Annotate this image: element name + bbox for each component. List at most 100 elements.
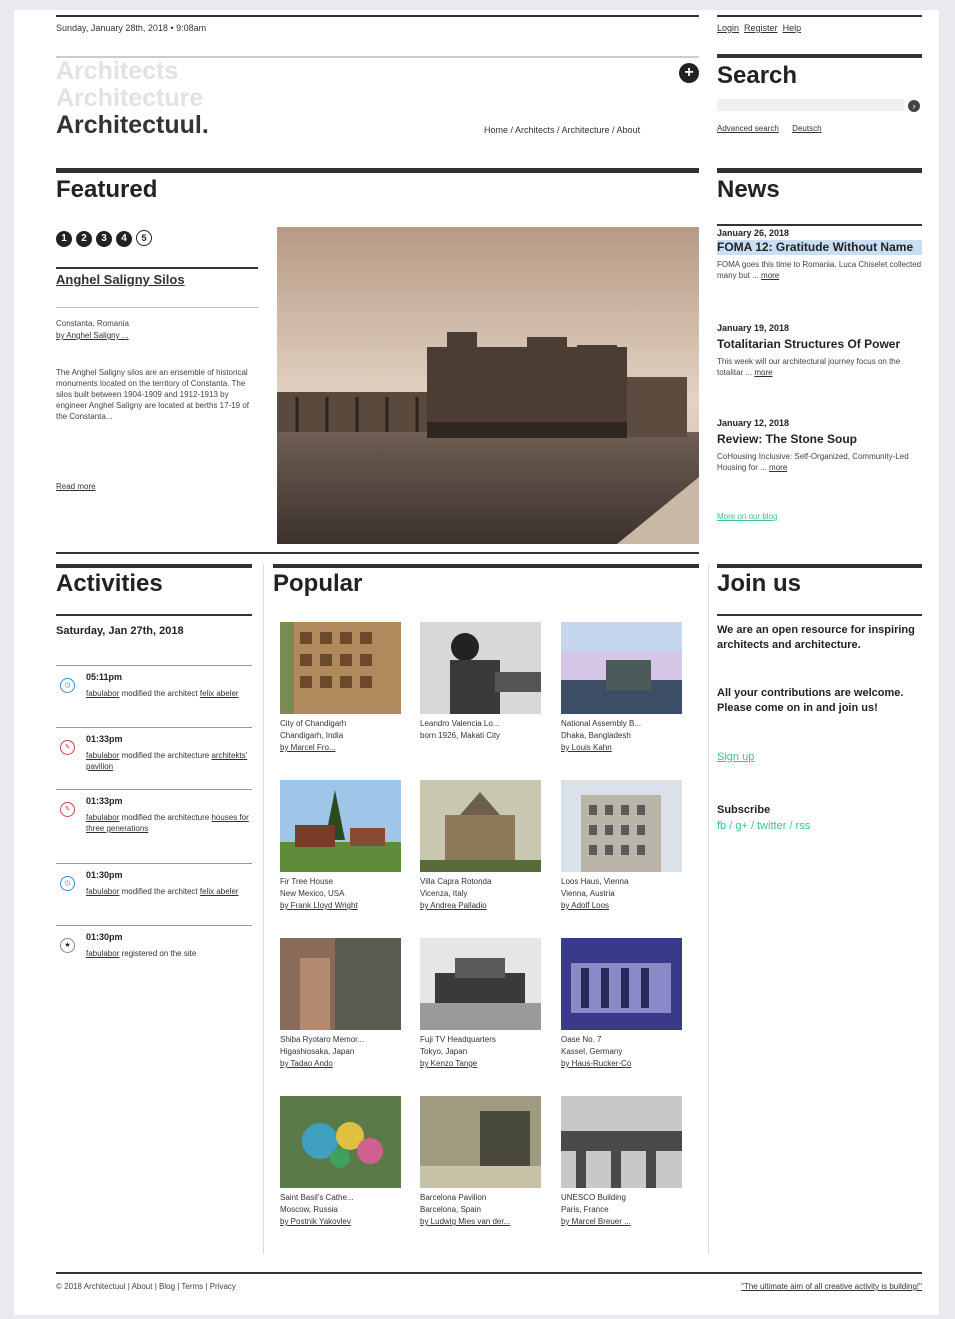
pencil-icon: ✎ (60, 802, 75, 817)
popular-thumbnail[interactable] (420, 1096, 541, 1188)
popular-thumbnail[interactable] (561, 1096, 682, 1188)
star-icon: ★ (60, 938, 75, 953)
popular-thumbnail[interactable] (280, 1096, 401, 1188)
activities-title: Activities (56, 570, 163, 597)
join-text-2: All your contributions are welcome. Plea… (717, 687, 904, 714)
activity-item: ◷ 01:30pm fabulabor modified the archite… (56, 863, 252, 926)
advanced-search-link[interactable]: Advanced search (717, 124, 779, 133)
join-text-rule (717, 614, 922, 616)
popular-caption: Barcelona Pavilion Barcelona, Spain by Lud… (420, 1193, 511, 1226)
popular-grid: City of Chandigarh Chandigarh, India by Ma… (280, 622, 700, 1252)
activity-time: 01:33pm (86, 796, 123, 806)
activity-item: ★ 01:30pm fabulabor registered on the si… (56, 925, 252, 976)
logo[interactable]: Architects Architecture Architectuul. (56, 58, 209, 139)
popular-caption: Shiba Ryotaro Memor... Higashiosaka, Japa… (280, 1035, 365, 1068)
activity-user-link[interactable]: fabulabor (86, 887, 119, 896)
news-excerpt: This week will our architectural journey… (717, 357, 901, 377)
activity-target-link[interactable]: felix abeler (200, 689, 239, 698)
activity-target-link[interactable]: felix abeler (200, 887, 239, 896)
popular-thumbnail[interactable] (420, 622, 541, 714)
activity-item: ✎ 01:33pm fabulabor modified the archite… (56, 727, 252, 790)
popular-thumbnail[interactable] (280, 938, 401, 1030)
activity-user-link[interactable]: fabulabor (86, 813, 119, 822)
read-more-link[interactable]: Read more (56, 481, 96, 492)
join-title: Join us (717, 570, 802, 597)
featured-slide-nav: 12345 (56, 228, 156, 247)
featured-name[interactable]: Anghel Saligny Silos (56, 272, 185, 287)
news-title: News (717, 176, 780, 203)
column-divider (263, 564, 264, 1254)
slide-3-button[interactable]: 3 (96, 231, 112, 247)
more-link[interactable]: more (769, 463, 787, 472)
logo-line-architects: Architects (56, 57, 179, 85)
activity-time: 01:33pm (86, 734, 123, 744)
news-excerpt: FOMA goes this time to Romania. Luca Chi… (717, 260, 922, 280)
language-link[interactable]: Deutsch (792, 124, 821, 133)
popular-thumbnail[interactable] (561, 780, 682, 872)
clock-icon: ◷ (60, 678, 75, 693)
activity-user-link[interactable]: fabulabor (86, 751, 119, 760)
slide-1-button[interactable]: 1 (56, 231, 72, 247)
top-rule (56, 15, 699, 17)
activity-user-link[interactable]: fabulabor (86, 949, 119, 958)
featured-image[interactable] (277, 227, 699, 544)
popular-thumbnail[interactable] (561, 622, 682, 714)
featured-title: Featured (56, 176, 158, 203)
news-date: January 12, 2018 (717, 418, 790, 428)
popular-thumbnail[interactable] (280, 622, 401, 714)
featured-name-rule (56, 267, 258, 269)
popular-thumbnail[interactable] (561, 938, 682, 1030)
popular-thumbnail[interactable] (420, 780, 541, 872)
popular-caption: UNESCO Building Paris, France by Marcel Br… (561, 1193, 631, 1226)
news-rule (717, 168, 922, 173)
account-links: Login Register Help (717, 23, 801, 33)
news-date: January 19, 2018 (717, 323, 790, 333)
news-date: January 26, 2018 (717, 228, 790, 238)
footer-links[interactable]: © 2018 Architectuul | About | Blog | Ter… (56, 1281, 236, 1292)
news-headline[interactable]: FOMA 12: Gratitude Without Name (717, 240, 922, 255)
search-input[interactable] (717, 99, 904, 111)
subscribe-title: Subscribe (717, 804, 771, 816)
popular-thumbnail[interactable] (280, 780, 401, 872)
more-link[interactable]: more (761, 271, 779, 280)
activity-user-link[interactable]: fabulabor (86, 689, 119, 698)
top-rule-right (717, 15, 922, 17)
search-icon[interactable]: › (908, 100, 920, 112)
join-text-1: We are an open resource for inspiring ar… (717, 624, 915, 651)
activities-date: Saturday, Jan 27th, 2018 (56, 625, 184, 637)
news-headline[interactable]: Totalitarian Structures Of Power (717, 337, 922, 352)
popular-caption: Fir Tree House New Mexico, USA by Frank Ll… (280, 877, 358, 910)
popular-thumbnail[interactable] (420, 938, 541, 1030)
featured-rule (56, 168, 699, 173)
blog-link[interactable]: More on our blog (717, 511, 777, 522)
news-item: January 26, 2018 FOMA 12: Gratitude With… (717, 228, 922, 281)
activity-item: ◷ 05:11pm fabulabor modified the archite… (56, 665, 252, 728)
header-date: Sunday, January 28th, 2018 • 9:08am (56, 23, 207, 33)
add-icon[interactable]: + (679, 63, 699, 83)
popular-caption: City of Chandigarh Chandigarh, India by Ma… (280, 719, 347, 752)
activity-time: 01:30pm (86, 932, 123, 942)
register-link[interactable]: Register (744, 23, 778, 33)
help-link[interactable]: Help (783, 23, 802, 33)
login-link[interactable]: Login (717, 23, 739, 33)
join-rule (717, 564, 922, 568)
slide-5-button[interactable]: 5 (136, 230, 152, 246)
pencil-icon: ✎ (60, 740, 75, 755)
page: Sunday, January 28th, 2018 • 9:08am Logi… (14, 10, 939, 1315)
subscribe-links[interactable]: fb / g+ / twitter / rss (717, 820, 810, 832)
popular-title: Popular (273, 570, 363, 597)
popular-caption: Saint Basil's Cathe... Moscow, Russia by P… (280, 1193, 354, 1226)
footer-quote: "The ultimate aim of all creative activi… (741, 1282, 922, 1291)
popular-caption: Oase No. 7 Kassel, Germany by Haus-Rucker-… (561, 1035, 632, 1068)
breadcrumb[interactable]: Home / Architects / Architecture / About (484, 125, 640, 135)
slide-4-button[interactable]: 4 (116, 231, 132, 247)
more-link[interactable]: more (754, 368, 772, 377)
popular-caption: National Assembly B... Dhaka, Bangladesh b… (561, 719, 642, 752)
featured-by[interactable]: by Anghel Saligny ... (56, 330, 129, 341)
popular-caption: Leandro Valencia Lo... born 1926, Makati … (420, 719, 501, 740)
slide-2-button[interactable]: 2 (76, 231, 92, 247)
news-headline[interactable]: Review: The Stone Soup (717, 432, 922, 447)
signup-link[interactable]: Sign up (717, 751, 754, 763)
activity-time: 01:30pm (86, 870, 123, 880)
search-extra: Advanced search Deutsch (717, 123, 822, 134)
